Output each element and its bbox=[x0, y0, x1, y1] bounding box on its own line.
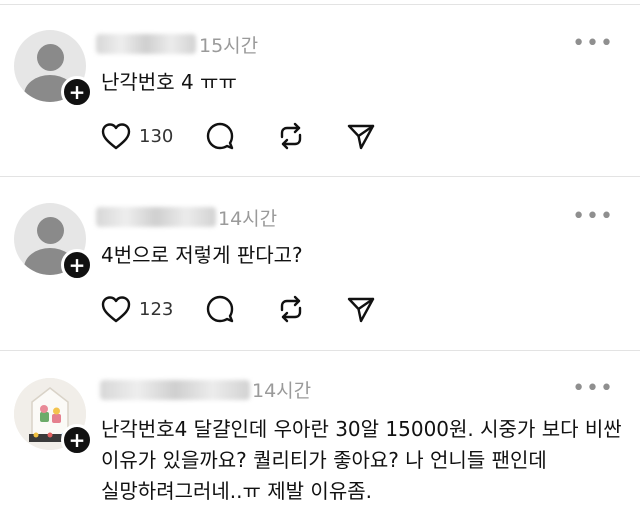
thread-post-1: + 15시간 ••• 난각번호 4 ㅠㅠ 130 bbox=[0, 0, 640, 176]
heart-icon bbox=[101, 296, 131, 323]
follow-plus-icon[interactable]: + bbox=[61, 249, 93, 281]
post-text-line: 실망하려그러네..ㅠ 제발 이유좀. bbox=[101, 479, 372, 503]
follow-plus-icon[interactable]: + bbox=[61, 424, 93, 456]
repost-button[interactable] bbox=[276, 291, 306, 327]
comment-button[interactable] bbox=[205, 118, 235, 154]
share-button[interactable] bbox=[346, 291, 376, 327]
like-button[interactable]: 130 bbox=[101, 118, 173, 154]
send-icon bbox=[347, 297, 375, 323]
heart-icon bbox=[101, 123, 131, 150]
post-time: 15시간 bbox=[199, 35, 259, 57]
username-redacted[interactable] bbox=[96, 207, 216, 227]
comment-button[interactable] bbox=[205, 291, 235, 327]
more-options-button[interactable]: ••• bbox=[572, 31, 614, 56]
follow-plus-icon[interactable]: + bbox=[61, 76, 93, 108]
username-redacted[interactable] bbox=[100, 380, 250, 400]
repost-icon bbox=[280, 122, 302, 150]
post-time: 14시간 bbox=[218, 208, 278, 230]
avatar-head-shape bbox=[37, 217, 64, 244]
post-text: 난각번호4 달걀인데 우아란 30알 15000원. 시중가 보다 비싼 이유가… bbox=[101, 414, 622, 507]
repost-button[interactable] bbox=[276, 118, 306, 154]
comment-icon bbox=[206, 122, 234, 150]
post-time: 14시간 bbox=[252, 380, 312, 402]
post-actions: 123 bbox=[101, 291, 401, 327]
post-text-line: 난각번호4 달걀인데 우아란 30알 15000원. 시중가 보다 비싼 bbox=[101, 417, 622, 441]
post-text-line: 이유가 있을까요? 퀄리티가 좋아요? 나 언니들 팬인데 bbox=[101, 448, 547, 472]
post-text: 4번으로 저렇게 판다고? bbox=[101, 240, 303, 271]
thread-post-3: + 14시간 ••• 난각번호4 달걀인데 우아란 30알 15000원. 시중… bbox=[0, 350, 640, 519]
more-options-button[interactable]: ••• bbox=[572, 376, 614, 401]
post-text-line: 난각번호 4 ㅠㅠ bbox=[101, 70, 237, 94]
post-text-line: 4번으로 저렇게 판다고? bbox=[101, 243, 303, 267]
avatar-head-shape bbox=[37, 44, 64, 71]
share-button[interactable] bbox=[346, 118, 376, 154]
post-actions: 130 bbox=[101, 118, 401, 154]
like-count: 130 bbox=[139, 125, 174, 147]
post-text: 난각번호 4 ㅠㅠ bbox=[101, 67, 237, 98]
thread-post-2: + 14시간 ••• 4번으로 저렇게 판다고? 123 bbox=[0, 176, 640, 350]
like-button[interactable]: 123 bbox=[101, 291, 173, 327]
comment-icon bbox=[206, 295, 234, 323]
like-count: 123 bbox=[139, 298, 174, 320]
repost-icon bbox=[280, 295, 302, 323]
send-icon bbox=[347, 124, 375, 150]
username-redacted[interactable] bbox=[96, 34, 196, 54]
more-options-button[interactable]: ••• bbox=[572, 204, 614, 229]
